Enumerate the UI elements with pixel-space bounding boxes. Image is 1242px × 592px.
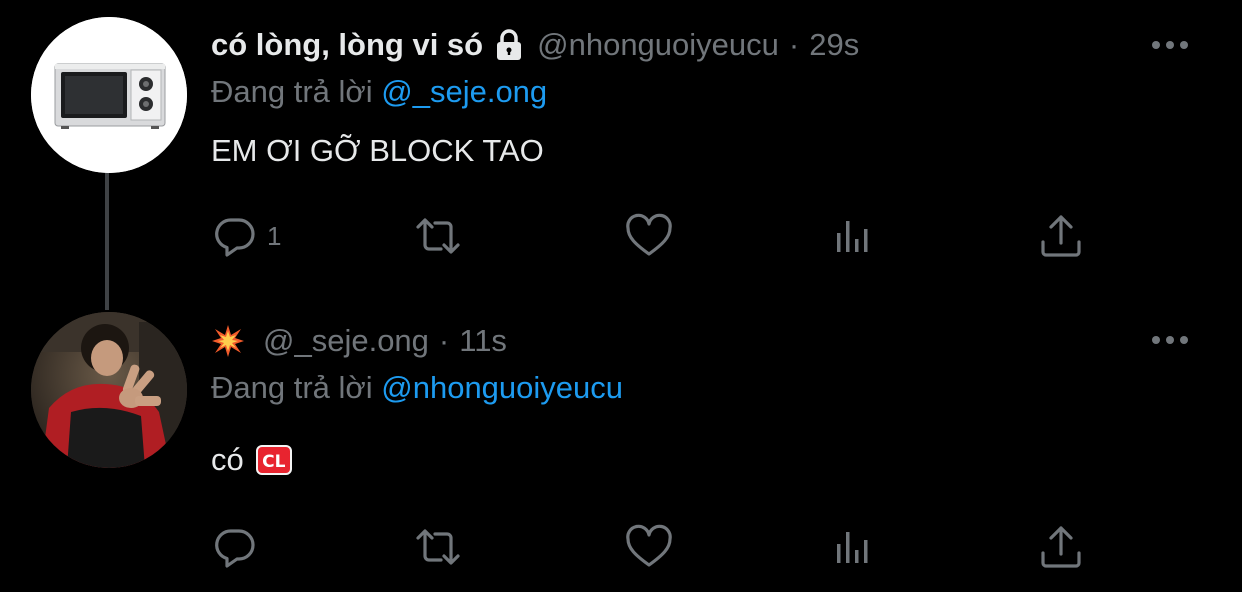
share-button[interactable] (1037, 211, 1085, 261)
share-icon (1041, 215, 1081, 257)
replying-to: Đang trả lời @_seje.ong (211, 74, 547, 110)
views-button[interactable] (831, 211, 879, 261)
replying-to-label: Đang trả lời (211, 370, 373, 405)
lock-icon (491, 27, 527, 63)
mention-link[interactable]: @nhonguoiyeucu (381, 370, 623, 405)
retweet-icon (416, 529, 460, 565)
share-icon (1041, 526, 1081, 568)
avatar[interactable] (31, 17, 187, 173)
reply-button[interactable] (211, 522, 267, 572)
display-name[interactable]: có lòng, lòng vi só (211, 27, 483, 63)
like-button[interactable] (625, 522, 673, 572)
microwave-oven-icon (31, 17, 187, 173)
views-button[interactable] (831, 522, 879, 572)
tweet[interactable]: có lòng, lòng vi só @nhonguoiyeucu · 29s… (0, 0, 1242, 296)
more-options-icon[interactable] (1150, 333, 1190, 347)
tweet-actions (211, 522, 1111, 572)
user-photo (31, 312, 187, 468)
timestamp[interactable]: 29s (809, 27, 859, 63)
avatar[interactable] (31, 312, 187, 468)
reply-button[interactable]: 1 (211, 211, 281, 261)
user-handle[interactable]: @nhonguoiyeucu (537, 27, 779, 63)
retweet-icon (416, 218, 460, 254)
heart-icon (626, 524, 672, 567)
tweet[interactable]: @_seje.ong · 11s Đang trả lời @nhonguoiy… (0, 296, 1242, 592)
tweet-text: EM ƠI GỠ BLOCK TAO (211, 133, 544, 169)
tweet-header: có lòng, lòng vi só @nhonguoiyeucu · 29s (211, 20, 1122, 70)
timestamp[interactable]: 11s (459, 323, 507, 359)
replying-to: Đang trả lời @nhonguoiyeucu (211, 370, 623, 406)
tweet-text: có CL (211, 442, 292, 478)
analytics-icon (837, 532, 868, 563)
comment-icon (215, 529, 255, 568)
analytics-icon (837, 221, 868, 252)
tweet-actions: 1 (211, 211, 1111, 261)
heart-icon (626, 213, 672, 256)
like-button[interactable] (625, 211, 673, 261)
reply-count: 1 (267, 220, 282, 251)
tweet-header: @_seje.ong · 11s (211, 316, 1122, 366)
separator-dot: · (438, 323, 450, 358)
replying-to-label: Đang trả lời (211, 74, 373, 109)
mention-link[interactable]: @_seje.ong (381, 74, 547, 109)
cl-emoji-badge: CL (255, 445, 292, 475)
retweet-button[interactable] (414, 522, 462, 572)
retweet-button[interactable] (414, 211, 462, 261)
tweet-text-body: EM ƠI GỠ BLOCK TAO (211, 133, 544, 168)
separator-dot: · (788, 27, 800, 62)
user-handle[interactable]: @_seje.ong (263, 323, 429, 359)
collision-emoji-icon (211, 324, 245, 358)
more-options-icon[interactable] (1150, 38, 1190, 52)
tweet-text-body: có (211, 442, 244, 477)
share-button[interactable] (1037, 522, 1085, 572)
comment-icon (215, 218, 255, 257)
